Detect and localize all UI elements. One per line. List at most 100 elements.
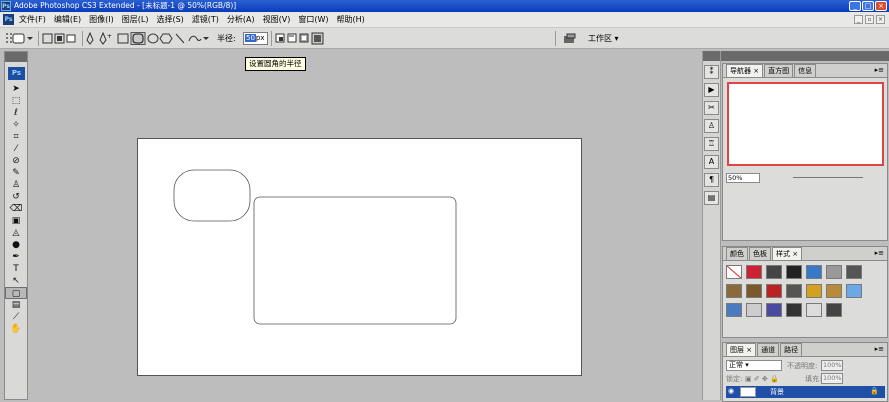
visibility-eye-icon[interactable]: ◉ <box>728 387 734 395</box>
panel-menu-icon[interactable]: ▸≡ <box>875 66 884 74</box>
pen-tool-icon[interactable]: ✒ <box>5 251 27 263</box>
strip-grip[interactable] <box>703 51 720 61</box>
layer-comps-panel-icon[interactable]: ▤ <box>704 191 719 205</box>
style-swatch[interactable] <box>786 284 802 298</box>
menu-analysis[interactable]: 分析(A) <box>227 14 255 26</box>
panel-dock-grip[interactable] <box>721 51 889 61</box>
style-swatch[interactable] <box>846 284 862 298</box>
menu-window[interactable]: 窗口(W) <box>298 14 328 26</box>
menu-view[interactable]: 视图(V) <box>263 14 291 26</box>
style-swatch[interactable] <box>726 284 742 298</box>
eyedropper-tool-icon[interactable]: ⟋ <box>5 311 27 323</box>
gradient-tool-icon[interactable]: ▣ <box>5 215 27 227</box>
doc-restore-button[interactable]: ▫ <box>865 15 874 24</box>
paragraph-panel-icon[interactable]: ¶ <box>704 173 719 187</box>
style-swatch[interactable] <box>806 284 822 298</box>
eraser-tool-icon[interactable]: ⌫ <box>5 203 27 215</box>
shape-tool-icons[interactable] <box>117 32 209 45</box>
toolbox-grip[interactable] <box>5 52 27 62</box>
menu-select[interactable]: 选择(S) <box>156 14 183 26</box>
magic-wand-tool-icon[interactable]: ✧ <box>5 119 27 131</box>
lasso-tool-icon[interactable]: ℓ <box>5 107 27 119</box>
tab-paths[interactable]: 路径 <box>780 343 803 356</box>
style-swatch[interactable] <box>746 303 762 317</box>
minimize-button[interactable]: _ <box>849 1 861 11</box>
navigator-zoom-field[interactable]: 50% <box>726 173 760 183</box>
menu-file[interactable]: 文件(F) <box>19 14 46 26</box>
panel-menu-icon[interactable]: ▸≡ <box>875 249 884 257</box>
style-swatch[interactable] <box>746 265 762 279</box>
tool-preset-picker[interactable] <box>12 32 34 45</box>
menu-edit[interactable]: 编辑(E) <box>54 14 81 26</box>
blend-mode-select[interactable]: 正常 ▾ <box>726 360 782 371</box>
menu-image[interactable]: 图像(I) <box>89 14 114 26</box>
clone-stamp-tool-icon[interactable]: ♙ <box>5 179 27 191</box>
doc-minimize-button[interactable]: _ <box>854 15 863 24</box>
pen-tool-icons[interactable]: + <box>86 32 116 45</box>
menu-layer[interactable]: 图层(L) <box>122 14 149 26</box>
brushes-panel-icon[interactable]: ⁑ <box>704 65 719 79</box>
brush-tool-icon[interactable]: ✎ <box>5 167 27 179</box>
style-swatch[interactable] <box>786 303 802 317</box>
layer-row-background[interactable]: ◉ 背景 🔒 <box>726 386 885 398</box>
doc-close-button[interactable]: × <box>876 15 885 24</box>
character-panel-icon[interactable]: A <box>704 155 719 169</box>
style-swatch[interactable] <box>746 284 762 298</box>
type-tool-icon[interactable]: T <box>5 263 27 275</box>
style-none[interactable] <box>726 265 742 279</box>
style-swatch[interactable] <box>806 265 822 279</box>
workspace-button[interactable]: 工作区 ▾ <box>588 32 619 45</box>
style-swatch[interactable] <box>766 265 782 279</box>
style-swatch[interactable] <box>766 303 782 317</box>
tab-styles[interactable]: 样式 × <box>772 247 803 260</box>
style-swatch[interactable] <box>806 303 822 317</box>
maximize-button[interactable]: □ <box>862 1 874 11</box>
clone-source-panel-icon[interactable]: ♙ <box>704 119 719 133</box>
healing-brush-tool-icon[interactable]: ⊘ <box>5 155 27 167</box>
history-panel-icon[interactable]: ♖ <box>704 137 719 151</box>
style-swatch[interactable] <box>826 303 842 317</box>
style-swatch[interactable] <box>786 265 802 279</box>
notes-tool-icon[interactable]: ▤ <box>5 299 27 311</box>
radius-input[interactable]: 50px <box>243 32 268 45</box>
tab-color[interactable]: 颜色 <box>726 247 748 260</box>
tab-swatches[interactable]: 色板 <box>749 247 771 260</box>
menu-filter[interactable]: 滤镜(T) <box>192 14 219 26</box>
marquee-tool-icon[interactable]: ⬚ <box>5 95 27 107</box>
navigator-zoom-slider[interactable] <box>793 177 863 178</box>
tab-channels[interactable]: 通道 <box>757 343 780 356</box>
slice-tool-icon[interactable]: ⁄ <box>5 143 27 155</box>
tab-histogram[interactable]: 直方图 <box>764 64 794 77</box>
tab-navigator[interactable]: 导航器 × <box>726 64 764 77</box>
style-swatch[interactable] <box>766 284 782 298</box>
rounded-rectangle-tool-icon[interactable]: ▢ <box>5 287 27 299</box>
panel-menu-icon[interactable]: ▸≡ <box>875 345 884 353</box>
path-operation-icons[interactable] <box>274 32 326 45</box>
opacity-field[interactable]: 100% <box>821 360 843 371</box>
fill-field[interactable]: 100% <box>821 373 843 384</box>
document-icon[interactable]: Ps <box>3 14 14 25</box>
style-swatch[interactable] <box>826 265 842 279</box>
navigator-preview[interactable] <box>727 82 884 166</box>
hand-tool-icon[interactable]: ✋ <box>5 323 27 335</box>
tool-presets-panel-icon[interactable]: ✂ <box>704 101 719 115</box>
tab-layers[interactable]: 图层 × <box>726 343 757 356</box>
move-tool-icon[interactable]: ➤ <box>5 83 27 95</box>
tab-info[interactable]: 信息 <box>794 64 817 77</box>
lock-icons[interactable]: ▣ ✐ ✥ 🔒 <box>745 374 779 384</box>
dodge-tool-icon[interactable]: ● <box>5 239 27 251</box>
ps-logo[interactable]: Ps <box>8 67 25 80</box>
close-button[interactable]: × <box>875 1 887 11</box>
style-swatch[interactable] <box>846 265 862 279</box>
shape-layers-mode-icons[interactable] <box>42 32 78 45</box>
actions-panel-icon[interactable]: ▶ <box>704 83 719 97</box>
bridge-icon[interactable] <box>563 32 577 45</box>
style-swatch[interactable] <box>726 303 742 317</box>
path-selection-tool-icon[interactable]: ↖ <box>5 275 27 287</box>
style-swatch[interactable] <box>826 284 842 298</box>
history-brush-tool-icon[interactable]: ↺ <box>5 191 27 203</box>
menu-help[interactable]: 帮助(H) <box>337 14 365 26</box>
crop-tool-icon[interactable]: ⌗ <box>5 131 27 143</box>
blur-tool-icon[interactable]: ◬ <box>5 227 27 239</box>
document-canvas[interactable] <box>137 138 582 376</box>
